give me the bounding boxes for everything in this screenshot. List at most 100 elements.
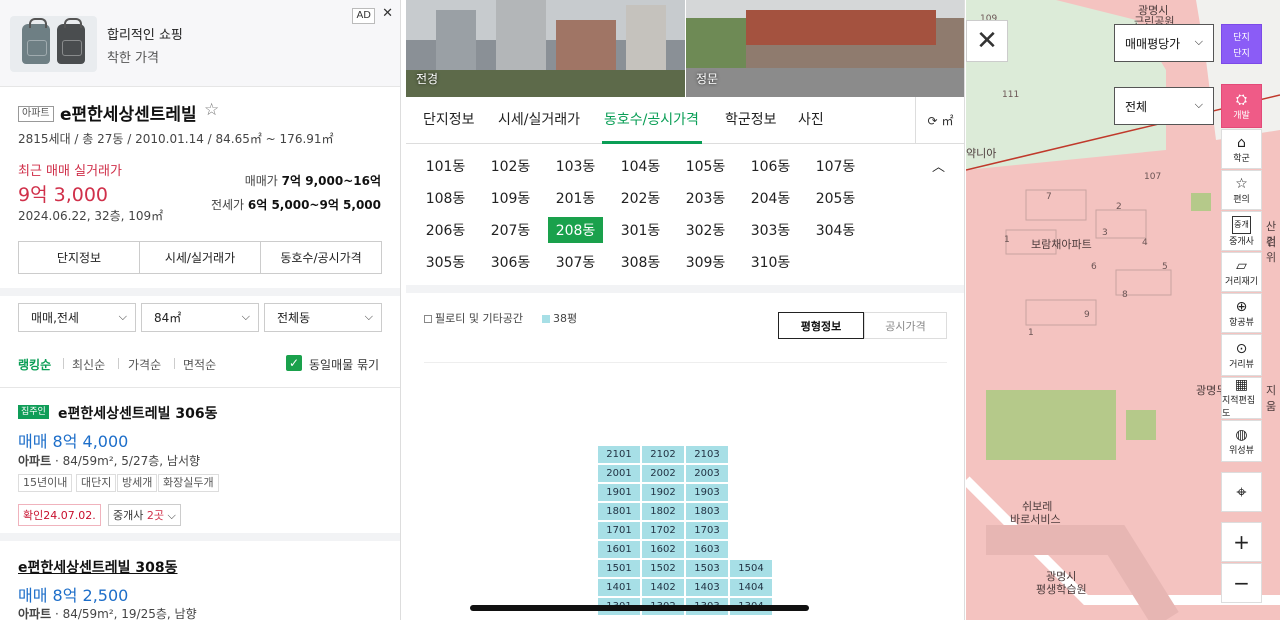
dong-button[interactable]: 305동 <box>418 249 473 275</box>
locate-button[interactable]: ⌖ <box>1221 472 1262 512</box>
close-icon[interactable]: ✕ <box>382 6 393 21</box>
floor-plan-toggle[interactable]: 평형정보 <box>778 312 864 339</box>
dong-button[interactable]: 109동 <box>483 185 538 211</box>
zoom-in-button[interactable]: + <box>1221 522 1262 562</box>
map-view[interactable]: 광명시 근린공원 약니아 보람채아파트 광명두산 쉬보레 바로서비스 광명시 평… <box>966 0 1280 620</box>
unit-cell[interactable]: 2001 <box>598 465 640 482</box>
unit-cell[interactable]: 1601 <box>598 541 640 558</box>
tab-unit-price[interactable]: 동호수/공시가격 <box>604 109 699 129</box>
unit-cell[interactable]: 2103 <box>686 446 728 463</box>
official-price-toggle[interactable]: 공시가격 <box>864 312 947 339</box>
dong-button[interactable]: 310동 <box>743 249 798 275</box>
dong-button[interactable]: 309동 <box>678 249 733 275</box>
dong-button[interactable]: 202동 <box>613 185 668 211</box>
photo-gate[interactable]: 정문 <box>686 0 964 97</box>
dong-button[interactable]: 104동 <box>613 153 668 179</box>
dong-select[interactable]: 전체동 ⌵ <box>264 303 382 332</box>
tool-satellite[interactable]: ◍ 위성뷰 <box>1221 420 1262 462</box>
tab-complex-info[interactable]: 단지정보 <box>423 109 475 129</box>
unit-cell[interactable]: 1502 <box>642 560 684 577</box>
sort-area[interactable]: 면적순 <box>183 356 216 373</box>
dong-button[interactable]: 304동 <box>808 217 863 243</box>
area-unit-toggle[interactable]: ⟳ ㎡ <box>915 97 964 144</box>
dong-button[interactable]: 103동 <box>548 153 603 179</box>
unit-cell[interactable]: 2003 <box>686 465 728 482</box>
deal-type-select[interactable]: 매매,전세 ⌵ <box>18 303 136 332</box>
agent-count-button[interactable]: 중개사 2곳 ⌵ <box>108 504 181 526</box>
unit-cell[interactable]: 1802 <box>642 503 684 520</box>
unit-cell[interactable]: 2102 <box>642 446 684 463</box>
unit-cell[interactable]: 2002 <box>642 465 684 482</box>
dong-button[interactable]: 201동 <box>548 185 603 211</box>
tool-school[interactable]: ⌂ 학군 <box>1221 129 1262 169</box>
dong-button[interactable]: 208동 <box>548 217 603 243</box>
listing-title[interactable]: e편한세상센트레빌 308동 <box>18 557 178 577</box>
tool-aerial[interactable]: ⊕ 항공뷰 <box>1221 293 1262 333</box>
dong-button[interactable]: 301동 <box>613 217 668 243</box>
ad-banner[interactable]: 합리적인 쇼핑 착한 가격 AD ✕ <box>0 0 400 87</box>
tool-agent[interactable]: 중개 중개사 <box>1221 211 1262 251</box>
dong-button[interactable]: 107동 <box>808 153 863 179</box>
tool-development[interactable]: ⛭ 개발 <box>1221 84 1262 128</box>
unit-cell[interactable]: 1602 <box>642 541 684 558</box>
dong-button[interactable]: 105동 <box>678 153 733 179</box>
unit-cell[interactable]: 1801 <box>598 503 640 520</box>
dong-button[interactable]: 206동 <box>418 217 473 243</box>
dong-button[interactable]: 101동 <box>418 153 473 179</box>
tool-convenience[interactable]: ☆ 편의 <box>1221 170 1262 210</box>
unit-cell[interactable]: 1902 <box>642 484 684 501</box>
unit-cell[interactable]: 1402 <box>642 579 684 596</box>
tab-school[interactable]: 학군정보 <box>725 109 777 129</box>
dong-button[interactable]: 204동 <box>743 185 798 211</box>
tab-photos[interactable]: 사진 <box>798 109 824 129</box>
photo-front[interactable]: 전경 <box>406 0 685 97</box>
horizontal-scrollbar[interactable] <box>470 605 809 611</box>
dong-button[interactable]: 207동 <box>483 217 538 243</box>
dong-button[interactable]: 308동 <box>613 249 668 275</box>
unit-cell[interactable]: 1703 <box>686 522 728 539</box>
dong-button[interactable]: 306동 <box>483 249 538 275</box>
dong-button[interactable]: 307동 <box>548 249 603 275</box>
dong-button[interactable]: 302동 <box>678 217 733 243</box>
unit-cell[interactable]: 1404 <box>730 579 772 596</box>
close-panel-button[interactable]: ✕ <box>966 20 1008 62</box>
price-basis-select[interactable]: 매매평당가 ⌵ <box>1114 24 1214 62</box>
unit-cell[interactable]: 1401 <box>598 579 640 596</box>
dong-button[interactable]: 203동 <box>678 185 733 211</box>
dong-button[interactable]: 205동 <box>808 185 863 211</box>
unit-cell[interactable]: 1702 <box>642 522 684 539</box>
tab-price-history[interactable]: 시세/실거래가 <box>498 109 580 129</box>
unit-cell[interactable]: 1501 <box>598 560 640 577</box>
dong-button[interactable]: 108동 <box>418 185 473 211</box>
tool-complex[interactable]: 단지 단지 <box>1221 24 1262 64</box>
unit-cell[interactable]: 1701 <box>598 522 640 539</box>
filter-all-select[interactable]: 전체 ⌵ <box>1114 87 1214 125</box>
complex-info-button[interactable]: 단지정보 <box>19 242 140 273</box>
area-select[interactable]: 84㎡ ⌵ <box>141 303 259 332</box>
sort-price[interactable]: 가격순 <box>128 356 161 373</box>
star-icon[interactable]: ☆ <box>204 100 219 120</box>
dong-button[interactable]: 106동 <box>743 153 798 179</box>
unit-cell[interactable]: 1504 <box>730 560 772 577</box>
unit-cell[interactable]: 1803 <box>686 503 728 520</box>
tool-street[interactable]: ⊙ 거리뷰 <box>1221 334 1262 376</box>
unit-cell[interactable]: 1503 <box>686 560 728 577</box>
sort-latest[interactable]: 최신순 <box>72 356 105 373</box>
dong-button[interactable]: 303동 <box>743 217 798 243</box>
unit-cell[interactable]: 1903 <box>686 484 728 501</box>
zoom-out-button[interactable]: − <box>1221 563 1262 603</box>
chevron-up-icon[interactable]: ︿ <box>932 156 945 175</box>
dong-button[interactable]: 102동 <box>483 153 538 179</box>
unit-cell[interactable]: 2101 <box>598 446 640 463</box>
unit-cell[interactable]: 1901 <box>598 484 640 501</box>
tool-ruler[interactable]: ▱ 거리재기 <box>1221 252 1262 292</box>
ad-product-image[interactable] <box>10 16 97 72</box>
unit-cell[interactable]: 1603 <box>686 541 728 558</box>
listing-title[interactable]: e편한세상센트레빌 306동 <box>58 403 218 423</box>
tool-cadastral[interactable]: ▦ 지적편집도 <box>1221 377 1262 419</box>
sort-ranking[interactable]: 랭킹순 <box>18 356 51 373</box>
group-duplicates-checkbox[interactable]: ✓ <box>286 355 302 371</box>
unit-cell[interactable]: 1403 <box>686 579 728 596</box>
price-history-button[interactable]: 시세/실거래가 <box>140 242 261 273</box>
unit-price-button[interactable]: 동호수/공시가격 <box>261 242 381 273</box>
